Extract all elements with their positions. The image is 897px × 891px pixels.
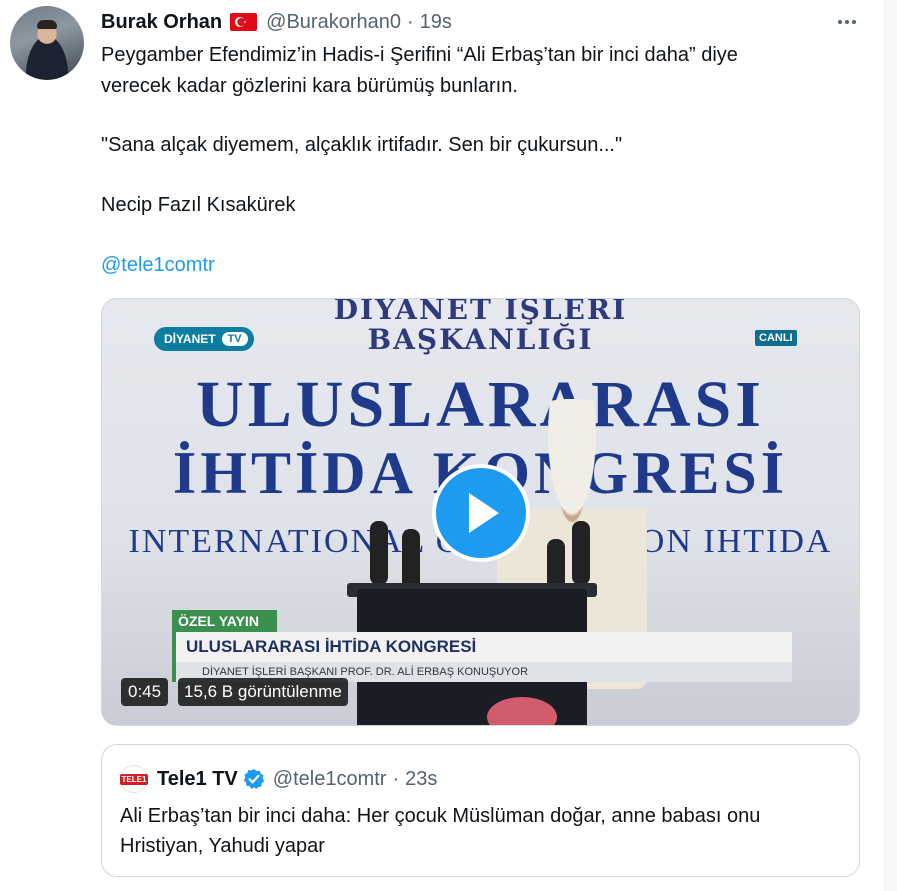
- tweet-text-line: verecek kadar gözlerini kara bürümüş bun…: [101, 75, 518, 97]
- play-icon[interactable]: [432, 464, 530, 562]
- quoted-author-handle: @tele1comtr: [272, 767, 387, 790]
- channel-logo: DİYANET TV: [154, 327, 254, 351]
- author-name[interactable]: Burak Orhan: [101, 11, 222, 34]
- tweet-header: Burak Orhan @Burakorhan0 · 19s: [101, 8, 452, 36]
- more-options-icon[interactable]: [832, 8, 862, 36]
- frame-big-title-1: ULUSLARARASI: [196, 368, 765, 441]
- video-duration: 0:45: [121, 678, 169, 706]
- quoted-author-name[interactable]: Tele1 TV: [157, 768, 238, 791]
- channel-logo-tv: TV: [221, 332, 248, 346]
- tweet[interactable]: Burak Orhan @Burakorhan0 · 19s Peygamber…: [0, 0, 884, 891]
- banner-tag: ÖZEL YAYIN: [172, 610, 277, 632]
- microphone: [370, 521, 388, 585]
- author-handle[interactable]: @Burakorhan0: [266, 11, 401, 34]
- turkey-flag-icon: [230, 13, 258, 31]
- mention-link[interactable]: @tele1comtr: [101, 250, 215, 280]
- separator-dot: ·: [406, 10, 414, 33]
- channel-logo-text: DİYANET: [164, 332, 216, 346]
- live-badge: CANLI: [755, 330, 797, 346]
- video-player[interactable]: DİYANET İŞLERİ BAŞKANLIĞI ULUSLARARASI İ…: [101, 298, 860, 726]
- frame-header-line-1: DİYANET İŞLERİ: [333, 298, 628, 326]
- quoted-tweet-text-line: Ali Erbaş’tan bir inci daha: Her çocuk M…: [120, 805, 761, 827]
- banner-title: ULUSLARARASI İHTİDA KONGRESİ: [172, 632, 792, 662]
- quoted-tweet-text-line: Hristiyan, Yahudi yapar: [120, 835, 325, 857]
- tweet-text-attribution: Necip Fazıl Kısakürek: [101, 194, 296, 216]
- video-view-count: 15,6 B görüntülenme: [178, 678, 348, 706]
- quoted-timestamp: 23s: [405, 767, 438, 790]
- tweet-text-quote: "Sana alçak diyemem, alçaklık irtifadır.…: [101, 134, 623, 156]
- verified-badge-icon: [243, 768, 265, 790]
- right-scroll-gutter: [884, 0, 897, 891]
- quoted-tweet-header: TELE1 Tele1 TV @tele1comtr · 23s: [119, 765, 438, 793]
- separator-dot: ·: [392, 767, 400, 790]
- tweet-text-line: Peygamber Efendimiz’in Hadis-i Şerifini …: [101, 44, 738, 66]
- quoted-avatar-label: TELE1: [119, 773, 149, 785]
- avatar[interactable]: [10, 6, 84, 80]
- tweet-timestamp[interactable]: 19s: [420, 11, 452, 34]
- quoted-avatar: TELE1: [119, 765, 149, 793]
- quoted-tweet[interactable]: TELE1 Tele1 TV @tele1comtr · 23s Ali Erb…: [101, 744, 860, 877]
- microphone: [572, 521, 590, 585]
